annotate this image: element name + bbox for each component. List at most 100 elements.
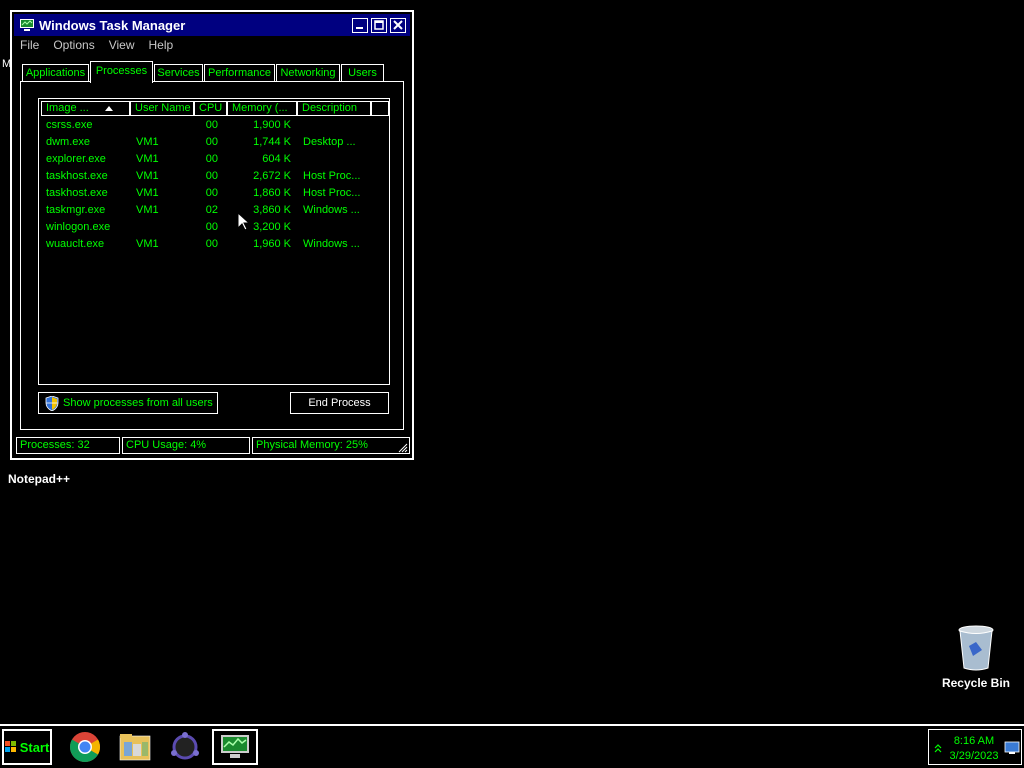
- notepad-label: Notepad++: [7, 472, 70, 486]
- menu-options[interactable]: Options: [53, 38, 94, 56]
- cell-cpu: 00: [205, 136, 218, 148]
- uac-shield-icon: [45, 395, 59, 411]
- minimize-icon: [356, 27, 363, 29]
- windows-logo-icon: [4, 741, 16, 752]
- list-header: Image ... User Name CPU Memory (... Desc…: [41, 101, 389, 116]
- column-description[interactable]: Description: [297, 101, 371, 116]
- status-cpu-usage: CPU Usage: 4%: [122, 437, 250, 454]
- cell-cpu: 02: [205, 204, 218, 216]
- network-app-icon: [171, 732, 199, 760]
- sort-ascending-icon: [105, 106, 113, 111]
- maximize-button[interactable]: [371, 17, 387, 33]
- column-memory[interactable]: Memory (...: [227, 101, 297, 116]
- tab-performance[interactable]: Performance: [204, 64, 275, 82]
- tab-networking[interactable]: Networking: [276, 64, 340, 82]
- cell-cpu: 00: [205, 221, 218, 233]
- title-bar[interactable]: Windows Task Manager: [14, 14, 410, 36]
- cell-cpu: 00: [205, 187, 218, 199]
- menu-help[interactable]: Help: [149, 38, 174, 56]
- window-title: Windows Task Manager: [39, 17, 186, 33]
- table-row[interactable]: wuauclt.exe VM1 00 1,960 K Windows ...: [41, 236, 387, 253]
- cell-description: Desktop ...: [303, 136, 356, 148]
- column-image-name[interactable]: Image ...: [41, 101, 130, 116]
- taskbar: Start 8:16 AM 3/29/2023: [0, 724, 1024, 768]
- tab-applications[interactable]: Applications: [22, 64, 89, 82]
- cell-description: Windows ...: [303, 238, 360, 250]
- show-hidden-icons-icon[interactable]: [934, 743, 942, 753]
- show-all-processes-button[interactable]: Show processes from all users: [38, 392, 218, 414]
- cell-memory: 1,744 K: [253, 136, 291, 148]
- table-row[interactable]: dwm.exe VM1 00 1,744 K Desktop ...: [41, 134, 387, 151]
- tab-users[interactable]: Users: [341, 64, 384, 82]
- cell-description: Host Proc...: [303, 170, 361, 182]
- table-row[interactable]: explorer.exe VM1 00 604 K: [41, 151, 387, 168]
- close-icon: [393, 20, 403, 30]
- tab-processes[interactable]: Processes: [90, 61, 153, 83]
- cell-cpu: 00: [205, 170, 218, 182]
- resize-grip-icon[interactable]: [398, 443, 408, 453]
- cell-memory: 1,860 K: [253, 187, 291, 199]
- end-process-button[interactable]: End Process: [290, 392, 389, 414]
- minimize-button[interactable]: [352, 17, 368, 33]
- cell-description: Host Proc...: [303, 187, 361, 199]
- menu-file[interactable]: File: [20, 38, 39, 56]
- taskbar-file-explorer[interactable]: [112, 729, 158, 765]
- cell-cpu: 00: [205, 153, 218, 165]
- taskbar-network-app[interactable]: [162, 729, 208, 765]
- cell-image: winlogon.exe: [46, 221, 111, 233]
- taskbar-task-manager[interactable]: [212, 729, 258, 765]
- cell-image: csrss.exe: [46, 119, 93, 131]
- cell-memory: 2,672 K: [253, 170, 291, 182]
- column-extra[interactable]: [371, 101, 389, 116]
- recycle-bin-shortcut[interactable]: Recycle Bin: [936, 624, 1016, 690]
- menu-view[interactable]: View: [109, 38, 135, 56]
- table-row[interactable]: csrss.exe 00 1,900 K: [41, 117, 387, 134]
- cell-image: taskhost.exe: [46, 170, 108, 182]
- tab-services[interactable]: Services: [154, 64, 203, 82]
- taskbar-chrome[interactable]: [62, 729, 108, 765]
- cell-image: dwm.exe: [46, 136, 91, 148]
- cell-user: VM1: [136, 136, 159, 148]
- table-row[interactable]: taskhost.exe VM1 00 2,672 K Host Proc...: [41, 168, 387, 185]
- file-explorer-icon: [119, 734, 151, 761]
- process-list[interactable]: Image ... User Name CPU Memory (... Desc…: [38, 98, 390, 385]
- cell-cpu: 00: [205, 119, 218, 131]
- cell-image: taskhost.exe: [46, 187, 108, 199]
- task-manager-window: Windows Task Manager File Options View H…: [10, 10, 414, 460]
- column-user-name[interactable]: User Name: [130, 101, 194, 116]
- cell-memory: 1,900 K: [253, 119, 291, 131]
- status-processes: Processes: 32: [16, 437, 120, 454]
- task-manager-icon: [19, 18, 35, 32]
- cell-cpu: 00: [205, 238, 218, 250]
- clock-date[interactable]: 3/29/2023: [945, 750, 1003, 762]
- cell-memory: 604 K: [262, 153, 291, 165]
- cell-image: explorer.exe: [46, 153, 106, 165]
- maximize-icon: [374, 20, 384, 30]
- start-button[interactable]: Start: [2, 729, 52, 765]
- system-tray: 8:16 AM 3/29/2023: [928, 729, 1022, 765]
- column-cpu[interactable]: CPU: [194, 101, 227, 116]
- cell-user: VM1: [136, 238, 159, 250]
- cell-user: VM1: [136, 153, 159, 165]
- recycle-bin-label: Recycle Bin: [941, 676, 1011, 690]
- table-row[interactable]: winlogon.exe 00 3,200 K: [41, 219, 387, 236]
- cell-user: VM1: [136, 187, 159, 199]
- recycle-bin-icon: [956, 624, 996, 672]
- close-button[interactable]: [390, 17, 406, 33]
- task-manager-icon: [221, 735, 249, 758]
- table-row[interactable]: taskmgr.exe VM1 02 3,860 K Windows ...: [41, 202, 387, 219]
- mouse-cursor-icon: [237, 212, 249, 231]
- cell-user: VM1: [136, 170, 159, 182]
- show-all-processes-label: Show processes from all users: [63, 397, 213, 409]
- show-desktop-icon[interactable]: [1004, 741, 1020, 755]
- status-bar: Processes: 32 CPU Usage: 4% Physical Mem…: [14, 437, 410, 456]
- menu-bar: File Options View Help: [20, 38, 173, 56]
- cell-image: wuauclt.exe: [46, 238, 105, 250]
- start-label: Start: [19, 739, 50, 755]
- cell-user: VM1: [136, 204, 159, 216]
- chrome-icon: [69, 732, 101, 763]
- cell-image: taskmgr.exe: [46, 204, 106, 216]
- clock-time[interactable]: 8:16 AM: [949, 735, 999, 747]
- table-row[interactable]: taskhost.exe VM1 00 1,860 K Host Proc...: [41, 185, 387, 202]
- status-physical-memory: Physical Memory: 25%: [252, 437, 410, 454]
